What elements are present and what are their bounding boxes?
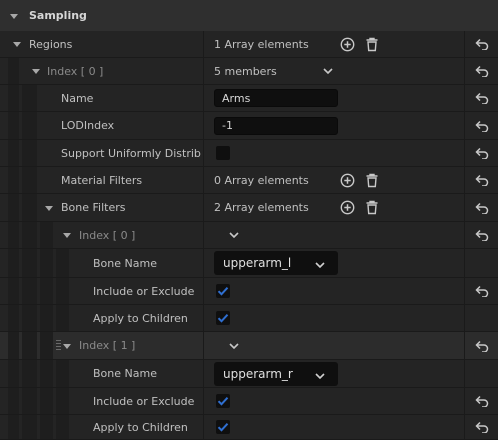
bone-filters-row: Bone Filters 2 Array elements <box>0 194 498 222</box>
bone-name-row: Bone Name upperarm_r <box>0 360 498 388</box>
bone-name-label: Bone Name <box>93 256 157 270</box>
include-exclude-checkbox[interactable] <box>216 394 230 408</box>
lodindex-row: LODIndex -1 <box>0 112 498 140</box>
expand-caret-icon[interactable] <box>10 13 18 19</box>
checkmark-icon <box>217 287 229 296</box>
expand-caret-icon[interactable] <box>45 205 53 211</box>
expand-caret-icon[interactable] <box>63 233 71 238</box>
reset-to-default-icon[interactable] <box>465 167 498 194</box>
checkmark-icon <box>217 397 229 406</box>
reset-to-default-icon[interactable] <box>465 278 498 305</box>
lodindex-label: LODIndex <box>61 119 115 132</box>
bone-name-value: upperarm_l <box>223 256 292 270</box>
regions-row: Regions 1 Array elements <box>0 31 498 58</box>
reset-slot-empty <box>465 360 498 388</box>
support-uniform-row: Support Uniformly Distrib... <box>0 140 498 167</box>
chevron-down-icon <box>314 370 326 384</box>
material-filters-row: Material Filters 0 Array elements <box>0 167 498 194</box>
members-count: 5 members <box>214 64 277 78</box>
trash-icon[interactable] <box>364 172 380 188</box>
reset-to-default-icon[interactable] <box>465 388 498 415</box>
material-filters-count: 0 Array elements <box>214 173 309 187</box>
section-title: Sampling <box>29 9 87 22</box>
regions-index-0-row: Index [ 0 ] 5 members <box>0 58 498 85</box>
bone-filters-count: 2 Array elements <box>214 201 309 214</box>
index-label: Index [ 0 ] <box>79 228 136 242</box>
reset-to-default-icon[interactable] <box>465 58 498 85</box>
include-exclude-label: Include or Exclude <box>93 394 195 408</box>
add-element-icon[interactable] <box>339 172 355 188</box>
expand-caret-icon[interactable] <box>63 343 71 349</box>
bone-name-value: upperarm_r <box>223 366 293 381</box>
apply-to-children-row: Apply to Children <box>0 305 498 332</box>
name-row: Name Arms <box>0 85 498 112</box>
add-element-icon[interactable] <box>339 36 355 52</box>
add-element-icon[interactable] <box>339 200 355 216</box>
chevron-down-icon[interactable] <box>322 66 334 79</box>
support-uniform-checkbox[interactable] <box>216 146 230 160</box>
regions-count: 1 Array elements <box>214 37 309 51</box>
regions-label: Regions <box>29 37 73 51</box>
expand-caret-icon[interactable] <box>13 42 21 47</box>
index-label: Index [ 1 ] <box>79 339 136 352</box>
checkmark-icon <box>217 423 229 432</box>
chevron-down-icon[interactable] <box>228 230 240 243</box>
reset-slot-empty <box>465 305 498 332</box>
expand-caret-icon[interactable] <box>32 69 40 74</box>
chevron-down-icon[interactable] <box>228 341 240 354</box>
trash-icon[interactable] <box>364 36 380 52</box>
checkmark-icon <box>217 314 229 323</box>
bone-filters-label: Bone Filters <box>61 201 126 214</box>
name-label: Name <box>61 91 94 105</box>
reset-to-default-icon[interactable] <box>465 222 498 249</box>
reset-to-default-icon[interactable] <box>465 332 498 360</box>
include-exclude-row: Include or Exclude <box>0 388 498 415</box>
support-uniform-label: Support Uniformly Distrib... <box>61 146 201 160</box>
index-label: Index [ 0 ] <box>47 64 104 78</box>
bone-name-combo[interactable]: upperarm_r <box>214 361 338 386</box>
apply-to-children-checkbox[interactable] <box>216 311 230 325</box>
name-field[interactable]: Arms <box>214 89 338 107</box>
trash-icon[interactable] <box>364 200 380 216</box>
reset-to-default-icon[interactable] <box>465 415 498 440</box>
details-panel: Sampling Regions 1 Array elements Index … <box>0 0 498 440</box>
reset-to-default-icon[interactable] <box>465 85 498 112</box>
chevron-down-icon <box>314 259 326 273</box>
include-exclude-checkbox[interactable] <box>216 284 230 298</box>
bone-filter-index-0-row: Index [ 0 ] <box>0 222 498 249</box>
apply-to-children-checkbox[interactable] <box>216 420 230 434</box>
lodindex-field[interactable]: -1 <box>214 116 338 135</box>
apply-to-children-row: Apply to Children <box>0 415 498 440</box>
include-exclude-row: Include or Exclude <box>0 278 498 305</box>
bone-name-row: Bone Name upperarm_l <box>0 249 498 278</box>
bone-name-combo[interactable]: upperarm_l <box>214 251 338 275</box>
material-filters-label: Material Filters <box>61 173 143 187</box>
reset-to-default-icon[interactable] <box>465 140 498 167</box>
drag-handle-icon[interactable] <box>56 340 61 352</box>
include-exclude-label: Include or Exclude <box>93 284 195 298</box>
apply-to-children-label: Apply to Children <box>93 420 188 434</box>
apply-to-children-label: Apply to Children <box>93 311 188 325</box>
sampling-section-header[interactable]: Sampling <box>0 0 498 31</box>
bone-name-label: Bone Name <box>93 367 157 380</box>
bone-filter-index-1-row: Index [ 1 ] <box>0 332 498 360</box>
reset-to-default-icon[interactable] <box>465 194 498 222</box>
reset-slot-empty <box>465 249 498 278</box>
reset-to-default-icon[interactable] <box>465 31 498 58</box>
reset-to-default-icon[interactable] <box>465 112 498 140</box>
